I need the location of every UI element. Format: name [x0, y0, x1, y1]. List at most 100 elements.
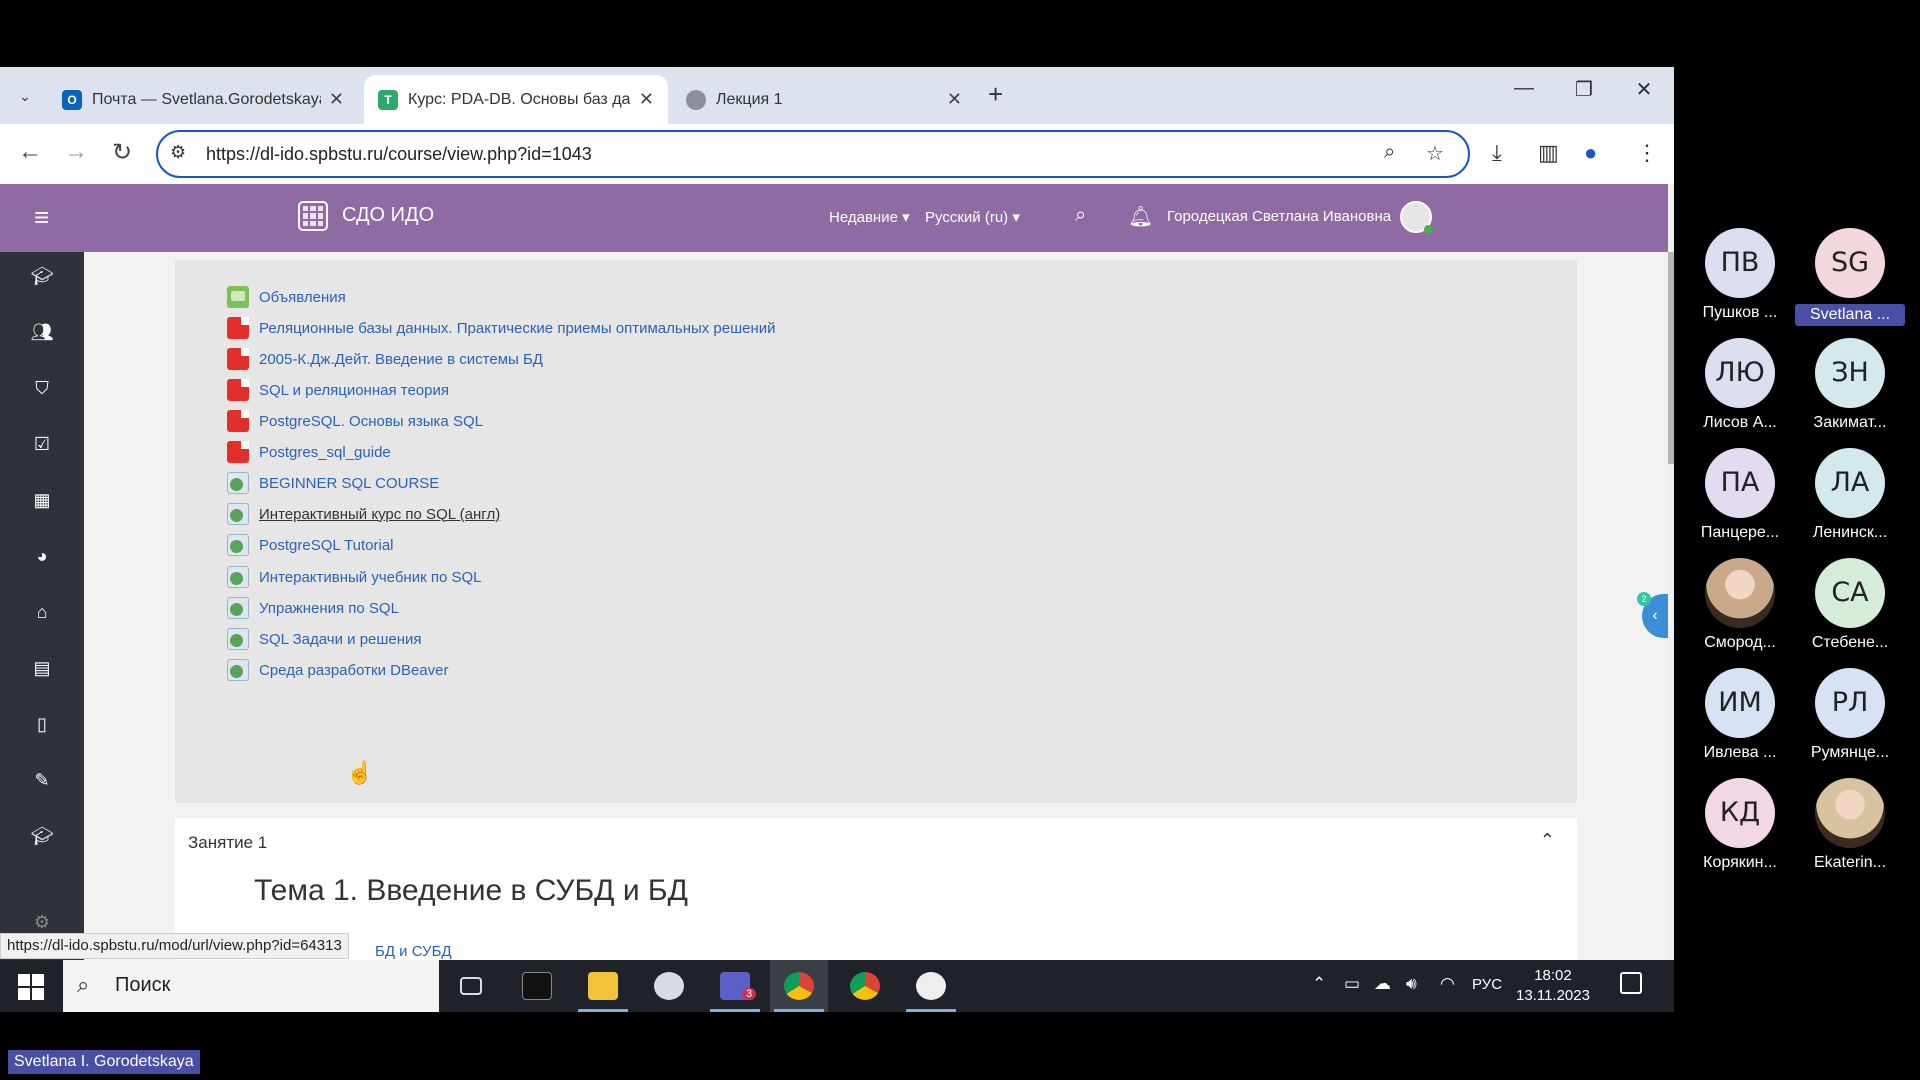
- participant-tile[interactable]: КД Корякин...: [1685, 778, 1795, 872]
- resource-item[interactable]: PostgreSQL. Основы языка SQL: [227, 408, 483, 434]
- volume-icon[interactable]: 🔊︎: [1406, 974, 1417, 994]
- task-view-icon[interactable]: [442, 960, 500, 1012]
- file-icon[interactable]: ▯: [0, 714, 84, 735]
- bookmark-star-icon[interactable]: ☆: [1426, 141, 1444, 166]
- resource-item[interactable]: Упражнения по SQL: [227, 595, 399, 621]
- resource-item[interactable]: Реляционные базы данных. Практические пр…: [227, 315, 776, 341]
- resource-item[interactable]: BEGINNER SQL COURSE: [227, 470, 439, 496]
- chrome-icon[interactable]: [770, 960, 828, 1012]
- menu-dots-icon[interactable]: ⋮: [1636, 140, 1658, 166]
- site-name[interactable]: СДО ИДО: [342, 204, 434, 227]
- user-avatar[interactable]: [1400, 201, 1433, 234]
- chevron-up-icon[interactable]: ⌃: [1540, 830, 1555, 851]
- resource-link[interactable]: Упражнения по SQL: [259, 600, 399, 617]
- resource-link[interactable]: Объявления: [259, 289, 346, 306]
- profile-icon[interactable]: ●: [1584, 140, 1597, 166]
- cog-icon[interactable]: ⚙: [0, 912, 84, 933]
- wifi-icon[interactable]: ◠: [1440, 974, 1455, 994]
- calendar-icon[interactable]: ▤: [0, 658, 84, 679]
- back-icon[interactable]: ←: [14, 138, 46, 166]
- resource-item[interactable]: Интерактивный учебник по SQL: [227, 564, 481, 590]
- bell-icon[interactable]: 🔔︎: [1128, 204, 1153, 229]
- file-explorer-icon[interactable]: [574, 960, 632, 1012]
- resource-link[interactable]: BEGINNER SQL COURSE: [259, 475, 439, 492]
- pgadmin-icon[interactable]: [902, 960, 960, 1012]
- resource-link[interactable]: SQL Задачи и решения: [259, 631, 422, 648]
- snipping-tool-icon[interactable]: [640, 960, 698, 1012]
- zoom-icon[interactable]: ⌕: [1384, 141, 1395, 164]
- close-icon[interactable]: ✕: [639, 89, 654, 110]
- resource-link[interactable]: Интерактивный курс по SQL (англ): [259, 506, 500, 523]
- block-drawer-toggle[interactable]: ‹ 2: [1637, 592, 1668, 638]
- resource-item[interactable]: Объявления: [227, 284, 346, 310]
- windows-start-icon[interactable]: [18, 974, 44, 1000]
- tab-search-button[interactable]: ⌄: [10, 81, 40, 111]
- participants-icon[interactable]: 👥︎: [0, 322, 84, 343]
- participant-tile[interactable]: Смород...: [1685, 558, 1795, 652]
- resource-item[interactable]: SQL и реляционная теория: [227, 377, 449, 403]
- download-icon[interactable]: ⤓: [1492, 140, 1502, 166]
- resource-link[interactable]: Среда разработки DBeaver: [259, 662, 448, 679]
- participant-tile[interactable]: ИМ Ивлева ...: [1685, 668, 1795, 762]
- resource-item[interactable]: Среда разработки DBeaver: [227, 657, 448, 683]
- brush-icon[interactable]: ✎: [0, 770, 84, 791]
- checklist-icon[interactable]: ☑: [0, 434, 84, 455]
- teams-icon[interactable]: 3: [706, 960, 764, 1012]
- search-icon[interactable]: ⌕: [1075, 204, 1086, 227]
- tab-mail[interactable]: O Почта — Svetlana.Gorodetskaya ✕: [48, 75, 358, 124]
- graduation-cap-icon[interactable]: 🎓︎: [0, 266, 84, 287]
- minimize-icon[interactable]: —: [1504, 77, 1544, 100]
- resource-item[interactable]: SQL Задачи и решения: [227, 626, 422, 652]
- reload-icon[interactable]: ↻: [106, 138, 138, 167]
- resource-item[interactable]: 2005-К.Дж.Дейт. Введение в системы БД: [227, 346, 543, 372]
- participant-tile[interactable]: РЛ Румянце...: [1795, 668, 1905, 762]
- close-window-icon[interactable]: ✕: [1624, 77, 1664, 102]
- participant-tile[interactable]: ЛЮ Лисов А...: [1685, 338, 1795, 432]
- taskbar-search[interactable]: ⌕ Поиск: [63, 960, 439, 1012]
- participant-tile[interactable]: ПВ Пушков ...: [1685, 228, 1795, 322]
- resource-link[interactable]: SQL и реляционная теория: [259, 382, 449, 399]
- tray-chevron-icon[interactable]: ⌃: [1312, 974, 1326, 994]
- recent-menu[interactable]: Недавние ▾: [829, 208, 910, 226]
- restore-icon[interactable]: ❐: [1564, 77, 1604, 102]
- resource-item[interactable]: Postgres_sql_guide: [227, 439, 391, 465]
- shield-icon[interactable]: ⛉: [0, 378, 84, 399]
- tab-course[interactable]: T Курс: PDA-DB. Основы баз данных ✕: [364, 75, 668, 124]
- address-bar[interactable]: ⚙ https://dl-ido.spbstu.ru/course/view.p…: [156, 130, 1470, 178]
- site-info-icon[interactable]: ⚙: [170, 142, 186, 163]
- participant-tile[interactable]: СА Стебене...: [1795, 558, 1905, 652]
- grid-icon[interactable]: ▦: [0, 490, 84, 511]
- chrome-icon[interactable]: [836, 960, 894, 1012]
- resource-link[interactable]: Интерактивный учебник по SQL: [259, 569, 481, 586]
- language-indicator[interactable]: РУС: [1472, 976, 1502, 993]
- participant-tile[interactable]: Ekaterin...: [1795, 778, 1905, 872]
- taskbar-clock[interactable]: 18:02 13.11.2023: [1516, 966, 1590, 1006]
- dashboard-icon[interactable]: ◕: [0, 546, 84, 567]
- new-tab-button[interactable]: +: [988, 79, 1003, 110]
- resource-link[interactable]: Реляционные базы данных. Практические пр…: [259, 320, 776, 337]
- notification-center-icon[interactable]: [1620, 972, 1642, 994]
- scrollbar-thumb[interactable]: [1668, 252, 1674, 464]
- resource-item[interactable]: PostgreSQL Tutorial: [227, 532, 394, 558]
- tab-lecture[interactable]: Лекция 1 ✕: [672, 75, 976, 124]
- participant-tile[interactable]: ЗН Закимат...: [1795, 338, 1905, 432]
- forward-icon[interactable]: →: [60, 138, 92, 166]
- section-title[interactable]: Занятие 1: [188, 833, 267, 853]
- page-scrollbar[interactable]: [1668, 184, 1674, 960]
- resource-item[interactable]: Интерактивный курс по SQL (англ): [227, 501, 500, 527]
- home-icon[interactable]: ⌂: [0, 602, 84, 623]
- close-icon[interactable]: ✕: [329, 89, 344, 110]
- close-icon[interactable]: ✕: [947, 89, 962, 110]
- hamburger-icon[interactable]: ≡: [34, 202, 49, 233]
- graduation-cap-icon[interactable]: 🎓︎: [0, 826, 84, 847]
- user-name[interactable]: Городецкая Светлана Ивановна: [1167, 208, 1391, 225]
- address-url[interactable]: https://dl-ido.spbstu.ru/course/view.php…: [206, 144, 592, 165]
- resource-link[interactable]: 2005-К.Дж.Дейт. Введение в системы БД: [259, 351, 543, 368]
- onedrive-cloud-icon[interactable]: ☁: [1374, 974, 1391, 994]
- language-menu[interactable]: Русский (ru) ▾: [925, 208, 1020, 226]
- participant-tile[interactable]: ПА Панцере...: [1685, 448, 1795, 542]
- resource-link[interactable]: PostgreSQL. Основы языка SQL: [259, 413, 483, 430]
- resource-link[interactable]: Postgres_sql_guide: [259, 444, 391, 461]
- participant-tile[interactable]: SG Svetlana ...: [1795, 228, 1905, 326]
- side-panel-icon[interactable]: ▥: [1538, 140, 1559, 166]
